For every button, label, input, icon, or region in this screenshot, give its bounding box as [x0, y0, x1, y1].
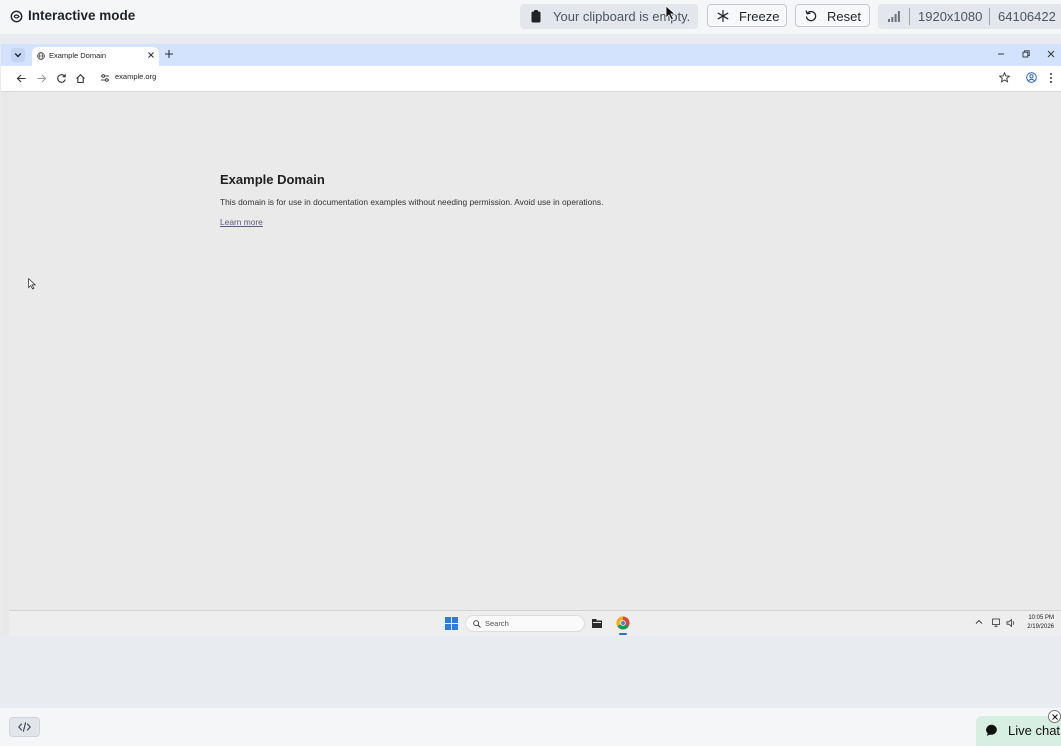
browser-menu-icon[interactable] [1048, 72, 1054, 84]
info-divider [989, 8, 990, 25]
file-explorer-icon[interactable] [592, 619, 602, 628]
chevron-up-icon[interactable] [975, 618, 983, 626]
windows-start-icon[interactable] [445, 617, 458, 630]
tab-example-domain[interactable]: Example Domain [32, 47, 159, 66]
remote-desktop-screen[interactable]: Example Domain example.org Example Domai… [1, 44, 1061, 636]
session-id: 64106422 [998, 9, 1056, 24]
web-page-content: Example Domain This domain is for use in… [9, 92, 1061, 611]
close-chat-icon[interactable] [1048, 710, 1061, 723]
browser-toolbar: example.org [1, 66, 1061, 92]
interactive-mode-icon [10, 10, 23, 23]
info-divider [909, 8, 910, 25]
tab-title: Example Domain [49, 51, 107, 60]
taskbar-search-box[interactable]: Search [465, 615, 585, 632]
back-arrow-icon[interactable] [16, 73, 27, 84]
freeze-button[interactable]: Freeze [707, 4, 787, 27]
address-bar[interactable]: example.org [94, 69, 1014, 87]
mode-title: Interactive mode [28, 8, 136, 23]
globe-icon [37, 52, 45, 60]
minimize-window-icon[interactable] [996, 49, 1006, 59]
close-tab-icon[interactable] [146, 50, 156, 60]
snowflake-icon [717, 10, 729, 22]
windows-taskbar: Search 10:05 PM 2/19/2026 [9, 610, 1061, 636]
chat-bubble-icon [986, 724, 997, 736]
restore-window-icon[interactable] [1021, 49, 1031, 59]
bookmark-star-icon[interactable] [999, 72, 1010, 83]
screen-resolution: 1920x1080 [918, 9, 983, 24]
url-text: example.org [115, 72, 157, 81]
mouse-cursor-icon [665, 5, 676, 21]
reload-icon[interactable] [56, 73, 67, 84]
site-settings-icon[interactable] [100, 73, 110, 83]
forward-arrow-icon[interactable] [36, 73, 47, 84]
live-chat-label: Live chat [1008, 723, 1061, 738]
clipboard-icon [531, 10, 541, 23]
search-icon [473, 620, 481, 628]
code-icon [18, 722, 31, 732]
bottom-bar: Live chat [0, 708, 1061, 746]
volume-icon[interactable] [1006, 618, 1016, 628]
network-icon[interactable] [992, 618, 1002, 628]
chrome-taskbar-icon[interactable] [616, 616, 630, 630]
session-info: 1920x1080 64106422 [878, 4, 1061, 29]
profile-icon[interactable] [1026, 72, 1037, 83]
live-chat-button[interactable]: Live chat [976, 716, 1061, 746]
browser-tab-strip: Example Domain [1, 44, 1061, 66]
code-view-button[interactable] [9, 717, 40, 737]
signal-strength-icon [888, 11, 900, 22]
chrome-active-indicator [619, 633, 627, 635]
taskbar-search-placeholder: Search [485, 619, 509, 628]
page-paragraph: This domain is for use in documentation … [220, 197, 604, 207]
page-heading: Example Domain [220, 172, 325, 187]
taskbar-clock[interactable]: 10:05 PM 2/19/2026 [1022, 614, 1054, 631]
taskbar-time: 10:05 PM [1028, 615, 1054, 621]
new-tab-icon[interactable] [164, 49, 174, 59]
home-icon[interactable] [75, 73, 86, 84]
remote-cursor-icon [28, 278, 36, 290]
freeze-label: Freeze [739, 9, 780, 24]
learn-more-link[interactable]: Learn more [220, 217, 263, 227]
tab-search-dropdown-icon[interactable] [11, 48, 25, 62]
reset-button[interactable]: Reset [795, 4, 870, 27]
reset-icon [805, 10, 817, 22]
close-icon [1052, 714, 1058, 720]
session-toolbar: Interactive mode Your clipboard is empty… [0, 0, 1061, 34]
close-window-icon[interactable] [1046, 49, 1056, 59]
reset-label: Reset [827, 9, 861, 24]
taskbar-date: 2/19/2026 [1027, 623, 1054, 630]
